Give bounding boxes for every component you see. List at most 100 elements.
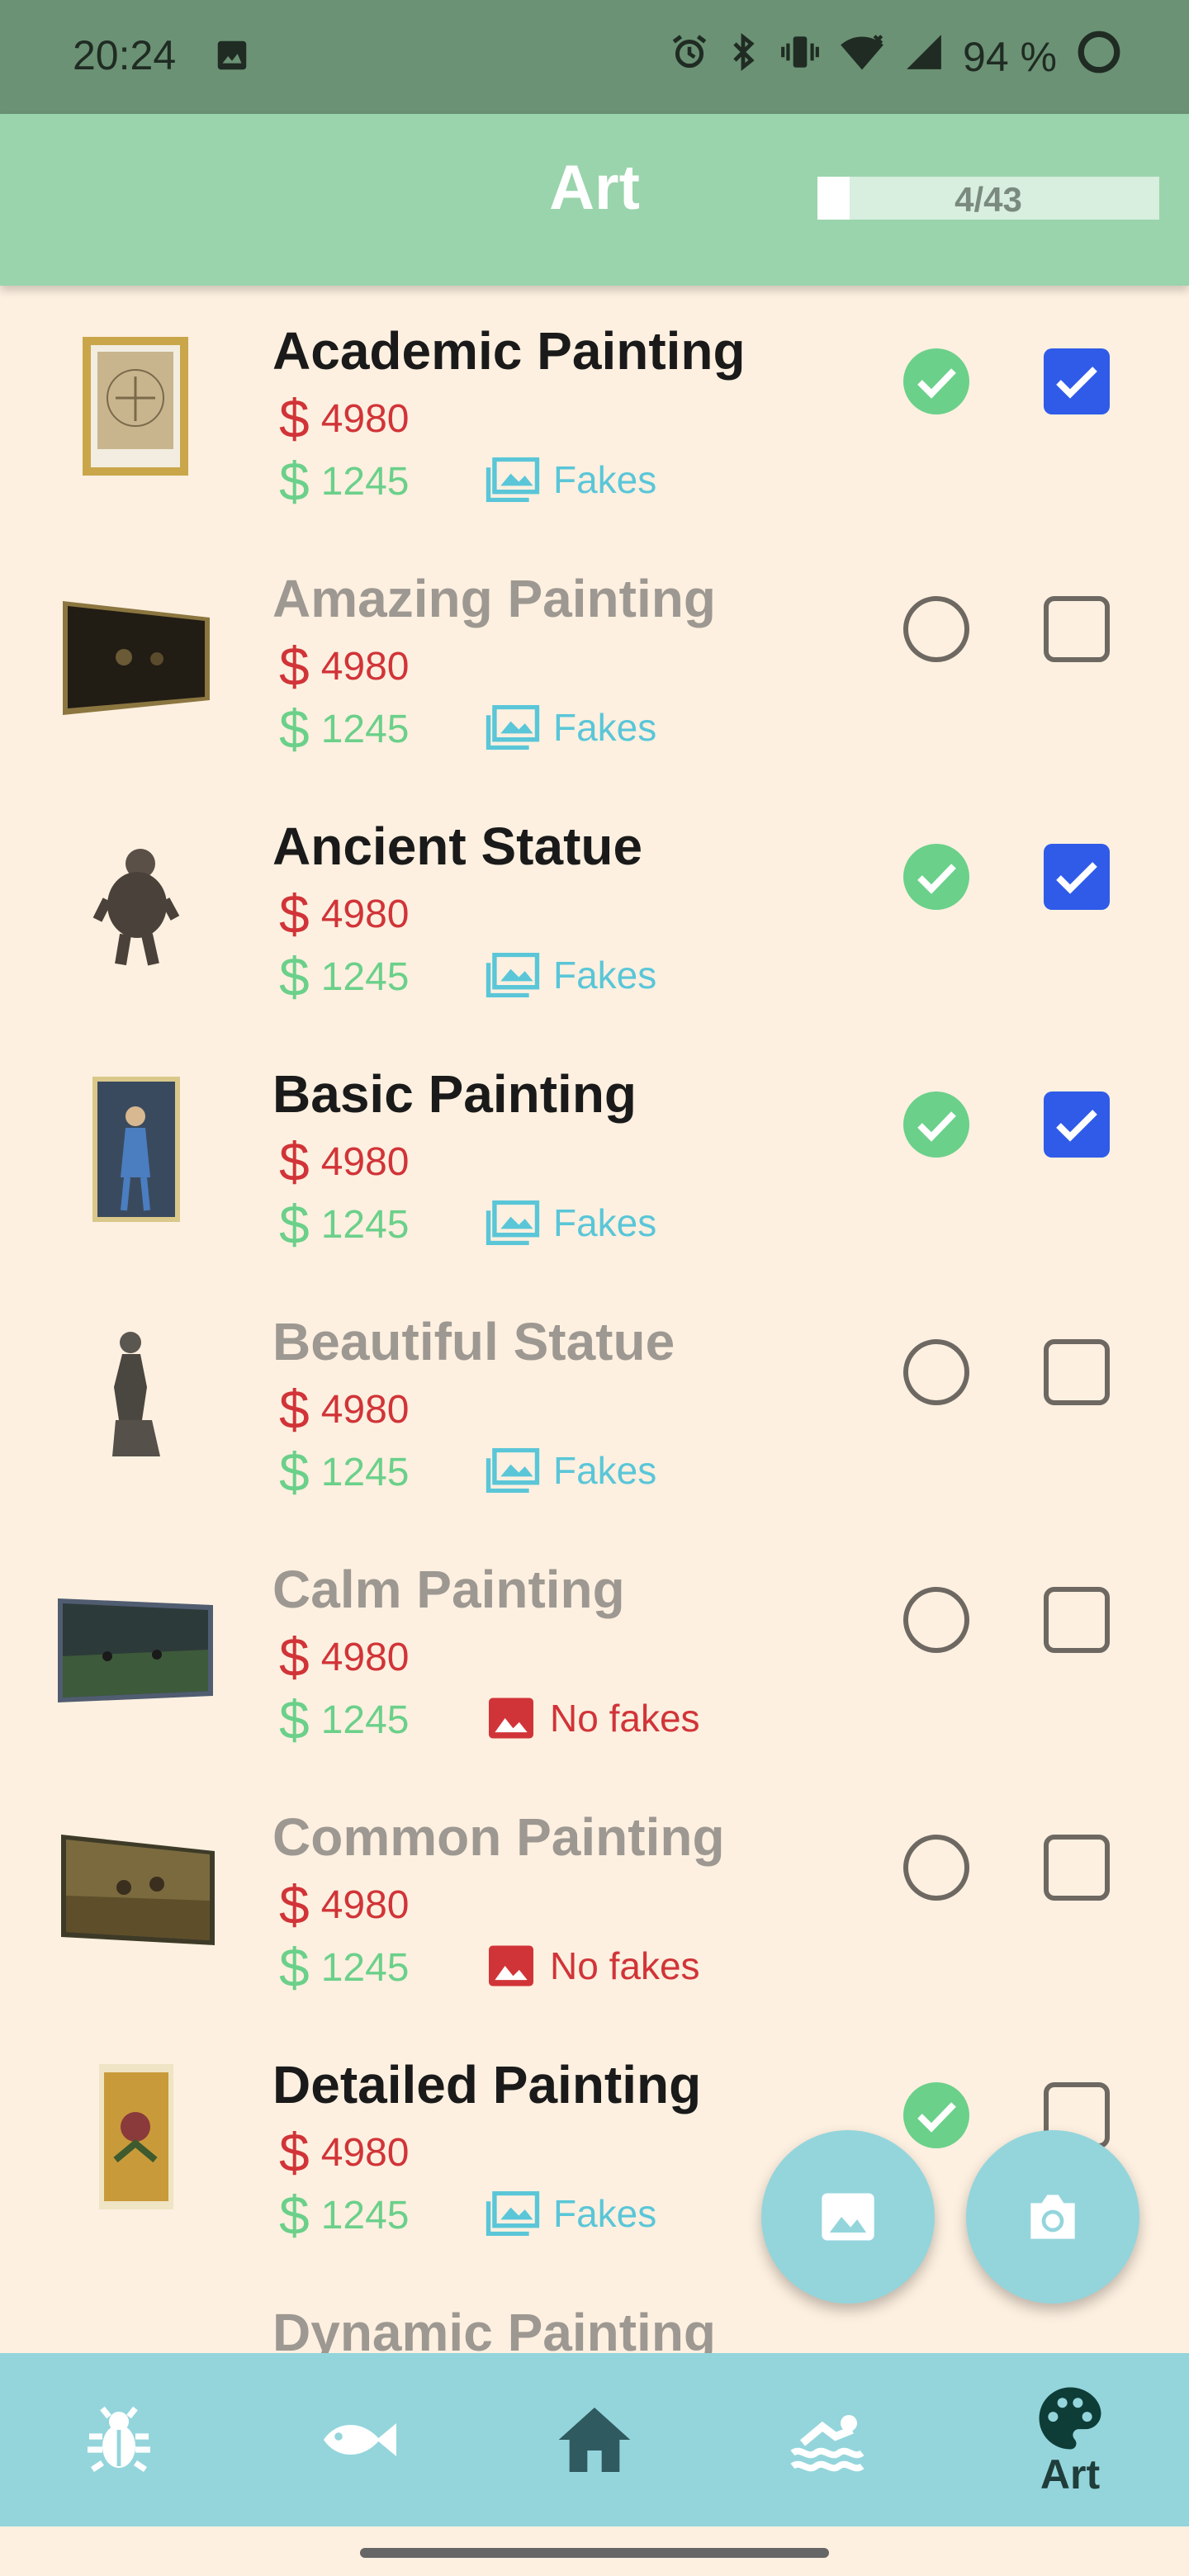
- sell-price: $1245: [279, 1693, 410, 1747]
- image-icon: [486, 1448, 540, 1493]
- camera-icon: [1030, 2195, 1075, 2239]
- image-icon: [489, 1698, 533, 1739]
- buy-value: 4980: [320, 892, 410, 936]
- image-notification-icon: [213, 36, 251, 78]
- nav-fish[interactable]: [238, 2353, 476, 2526]
- collected-checkbox[interactable]: [1042, 1585, 1111, 1655]
- art-thumbnail: [50, 566, 223, 732]
- sell-value: 1245: [320, 459, 410, 504]
- sell-price: $1245: [279, 1445, 410, 1499]
- donated-check-icon[interactable]: [902, 2081, 971, 2150]
- art-thumbnail: [50, 1805, 223, 1970]
- buy-value: 4980: [320, 1139, 410, 1184]
- collection-progress-bar: 4/43: [817, 177, 1159, 220]
- buy-value: 4980: [320, 2130, 410, 2175]
- list-item[interactable]: Basic Painting $4980 $1245 Fakes: [0, 1029, 1189, 1276]
- battery-text: 94 %: [963, 34, 1057, 80]
- nav-art-label: Art: [1040, 2451, 1101, 2498]
- wifi-icon: [839, 31, 885, 83]
- buy-price: $4980: [279, 391, 410, 446]
- list-item[interactable]: Beautiful Statue $4980 $1245 Fakes: [0, 1276, 1189, 1524]
- fakes-info: Fakes: [486, 705, 656, 750]
- donated-circle-icon[interactable]: [902, 1585, 971, 1655]
- sell-value: 1245: [320, 954, 410, 999]
- dollar-icon: $: [279, 636, 310, 697]
- buy-price: $4980: [279, 2125, 410, 2180]
- art-name: Amazing Painting: [272, 569, 716, 628]
- list-item[interactable]: Academic Painting $4980 $1245 Fakes: [0, 286, 1189, 533]
- camera-button[interactable]: [966, 2130, 1139, 2304]
- nav-art[interactable]: Art: [951, 2353, 1189, 2526]
- art-name: Ancient Statue: [272, 817, 643, 876]
- nav-home[interactable]: [476, 2353, 713, 2526]
- status-time: 20:24: [73, 32, 177, 78]
- donated-circle-icon[interactable]: [902, 1833, 971, 1902]
- dollar-icon: $: [279, 1627, 310, 1688]
- dollar-icon: $: [279, 1937, 310, 1998]
- sell-value: 1245: [320, 1945, 410, 1990]
- art-thumbnail: [50, 2300, 223, 2353]
- collected-checkbox[interactable]: [1042, 347, 1111, 416]
- collected-checkbox[interactable]: [1042, 1833, 1111, 1902]
- buy-price: $4980: [279, 887, 410, 941]
- alarm-icon: [669, 31, 710, 83]
- gallery-button[interactable]: [761, 2130, 935, 2304]
- art-name: Basic Painting: [272, 1064, 637, 1124]
- image-icon: [486, 705, 540, 750]
- home-gesture-handle[interactable]: [360, 2548, 829, 2558]
- list-item[interactable]: Amazing Painting $4980 $1245 Fakes: [0, 533, 1189, 781]
- fakes-label: Fakes: [553, 2192, 657, 2235]
- art-name: Academic Painting: [272, 321, 746, 381]
- art-thumbnail: [50, 1557, 223, 1722]
- collected-checkbox[interactable]: [1042, 1090, 1111, 1159]
- art-thumbnail: [50, 1309, 223, 1475]
- battery-icon: [1075, 28, 1123, 86]
- collected-checkbox[interactable]: [1042, 594, 1111, 664]
- home-icon: [558, 2408, 631, 2472]
- sell-price: $1245: [279, 1197, 410, 1252]
- system-navigation-bar: [0, 2526, 1189, 2576]
- dollar-icon: $: [279, 1689, 310, 1750]
- image-icon: [486, 457, 540, 502]
- bottom-navigation: Art: [0, 2353, 1189, 2526]
- donated-check-icon[interactable]: [902, 1090, 971, 1159]
- art-thumbnail: [50, 1062, 223, 1227]
- fish-icon: [324, 2423, 396, 2456]
- sell-price: $1245: [279, 949, 410, 1004]
- fakes-label: Fakes: [553, 1201, 657, 1244]
- bug-icon: [88, 2406, 150, 2472]
- bluetooth-icon: [728, 31, 761, 83]
- list-item[interactable]: Calm Painting $4980 $1245 No fakes: [0, 1524, 1189, 1772]
- art-name: Detailed Painting: [272, 2055, 702, 2114]
- status-bar: 20:24 94 %: [0, 0, 1189, 114]
- art-name: Beautiful Statue: [272, 1312, 675, 1371]
- fakes-info: No fakes: [486, 1944, 700, 1988]
- sell-value: 1245: [320, 1202, 410, 1247]
- list-item[interactable]: Common Painting $4980 $1245 No fakes: [0, 1772, 1189, 2020]
- list-item[interactable]: Ancient Statue $4980 $1245 Fakes: [0, 781, 1189, 1029]
- buy-value: 4980: [320, 1882, 410, 1927]
- sell-price: $1245: [279, 2188, 410, 2242]
- sell-price: $1245: [279, 454, 410, 509]
- image-icon: [489, 1945, 533, 1986]
- fakes-info: Fakes: [486, 1200, 656, 1245]
- fakes-info: Fakes: [486, 2191, 656, 2236]
- sell-price: $1245: [279, 702, 410, 756]
- collected-checkbox[interactable]: [1042, 1338, 1111, 1407]
- nav-sea-creatures[interactable]: [713, 2353, 951, 2526]
- donated-circle-icon[interactable]: [902, 1338, 971, 1407]
- donated-check-icon[interactable]: [902, 842, 971, 912]
- fakes-info: No fakes: [486, 1696, 700, 1740]
- buy-value: 4980: [320, 644, 410, 689]
- buy-value: 4980: [320, 1635, 410, 1679]
- collected-checkbox[interactable]: [1042, 842, 1111, 912]
- nav-bugs[interactable]: [0, 2353, 238, 2526]
- buy-price: $4980: [279, 1382, 410, 1437]
- fakes-info: Fakes: [486, 1448, 656, 1493]
- fakes-label: Fakes: [553, 954, 657, 997]
- donated-circle-icon[interactable]: [902, 594, 971, 664]
- art-list[interactable]: Academic Painting $4980 $1245 Fakes Amaz…: [0, 286, 1189, 2353]
- dollar-icon: $: [279, 946, 310, 1007]
- donated-check-icon[interactable]: [902, 347, 971, 416]
- buy-price: $4980: [279, 639, 410, 694]
